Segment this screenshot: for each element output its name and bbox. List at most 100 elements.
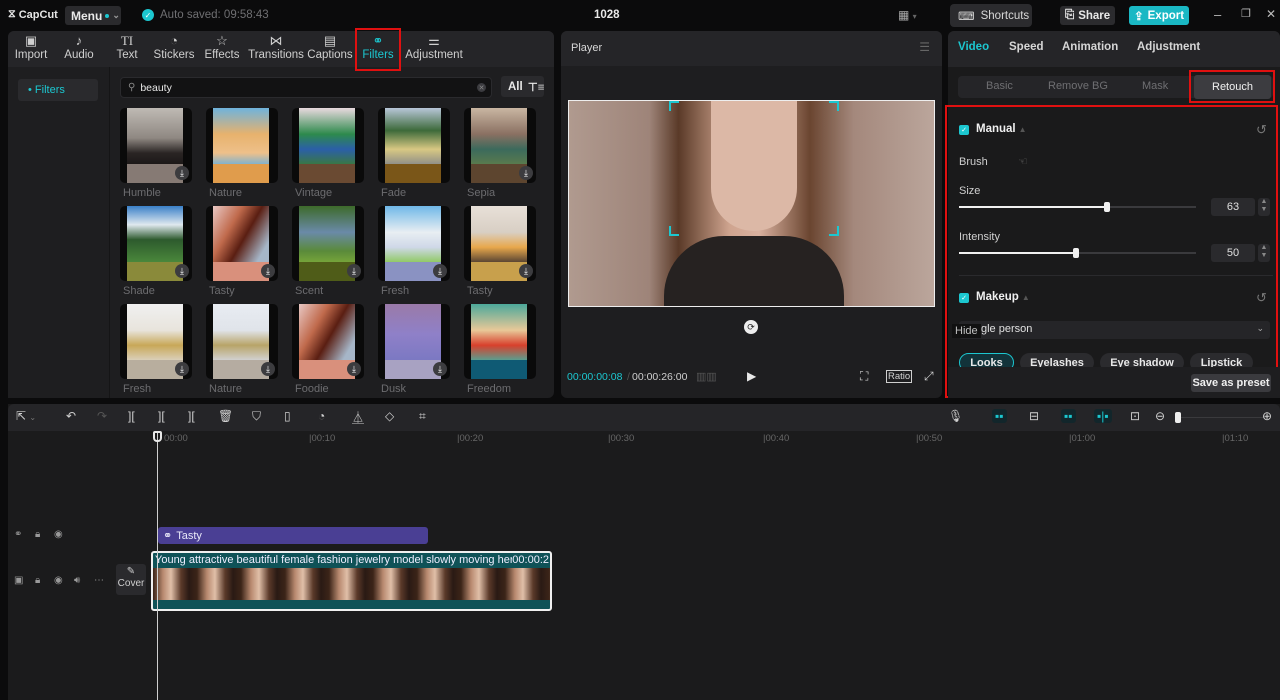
rotate-tool-icon[interactable]: ◇ <box>385 409 394 423</box>
download-icon[interactable]: ⤓ <box>347 362 361 376</box>
filter-tile[interactable]: ⤓ Shade <box>120 206 192 297</box>
size-slider[interactable] <box>959 202 1196 212</box>
manual-section-title[interactable]: Manual ▲ <box>976 123 1027 135</box>
size-stepper[interactable]: ▲ ▼ <box>1258 198 1270 216</box>
split-right-icon[interactable]: ][ <box>188 409 195 423</box>
project-title[interactable]: 1028 <box>594 9 620 21</box>
close-button[interactable]: ✕ <box>1266 7 1276 21</box>
shortcuts-button[interactable]: ⌨ Shortcuts <box>950 4 1032 27</box>
mirror-icon[interactable]: ⏅ <box>352 409 364 426</box>
download-icon[interactable]: ⤓ <box>347 264 361 278</box>
filter-tile[interactable]: Vintage <box>292 108 364 199</box>
filter-search-input[interactable]: ⚲ beauty ✕ <box>120 77 492 98</box>
ratio-button[interactable]: Ratio <box>886 370 913 383</box>
intensity-stepper[interactable]: ▲ ▼ <box>1258 244 1270 262</box>
clear-search-icon[interactable]: ✕ <box>477 83 486 92</box>
tab-captions[interactable]: ▤ Captions <box>306 33 354 67</box>
main-track-magnet-icon[interactable]: ▪▪ <box>992 409 1007 423</box>
filter-tile[interactable]: ⤓ Fresh <box>378 206 450 297</box>
playhead-handle[interactable] <box>153 431 162 442</box>
filter-tile[interactable]: ⤓ Nature <box>206 304 278 395</box>
filter-tile[interactable]: ⤓ Tasty <box>464 206 536 297</box>
reverse-icon[interactable]: ◔ <box>318 409 325 423</box>
makeup-section-title[interactable]: Makeup ▲ <box>976 291 1030 303</box>
select-tool-icon[interactable]: ⇱ ⌄ <box>16 409 36 423</box>
tab-effects[interactable]: ☆ Effects <box>203 33 241 67</box>
rotate-icon[interactable]: ⟳ <box>744 320 758 334</box>
zoom-fit-icon[interactable]: ⛶ <box>860 369 868 384</box>
microphone-icon[interactable]: 🎙 <box>948 409 963 423</box>
filter-category-dropdown[interactable]: All ⊤≡ <box>501 76 544 97</box>
filter-tile[interactable]: Nature <box>206 108 278 199</box>
speaker-icon[interactable]: 🔊︎ <box>74 575 80 586</box>
minimize-button[interactable]: – <box>1214 7 1221 22</box>
marker-icon[interactable]: ⛉ <box>252 409 261 424</box>
download-icon[interactable]: ⤓ <box>433 264 447 278</box>
download-icon[interactable]: ⤓ <box>433 362 447 376</box>
redo-icon[interactable]: ↷ <box>97 409 107 423</box>
tab-text[interactable]: TI Text <box>112 33 142 67</box>
reset-icon[interactable]: ↺ <box>1256 290 1267 306</box>
undo-icon[interactable]: ↶ <box>66 409 76 423</box>
filter-tile[interactable]: Fade <box>378 108 450 199</box>
fullscreen-icon[interactable]: ⤢ <box>924 369 934 384</box>
download-icon[interactable]: ⤓ <box>261 264 275 278</box>
filter-tile[interactable]: ⤓ Humble <box>120 108 192 199</box>
download-icon[interactable]: ⤓ <box>261 362 275 376</box>
tab-animation[interactable]: Animation <box>1062 41 1118 53</box>
manual-checkbox[interactable]: ✓ <box>959 125 969 135</box>
subtab-basic[interactable]: Basic <box>986 80 1013 92</box>
split-icon[interactable]: ][ <box>128 409 135 423</box>
auto-snap-icon[interactable]: ⊟ <box>1029 409 1039 423</box>
intensity-value-input[interactable]: 50 <box>1211 244 1255 262</box>
restore-button[interactable]: ❐ <box>1241 7 1251 20</box>
filter-tile[interactable]: ⤓ Tasty <box>206 206 278 297</box>
filter-tile[interactable]: ⤓ Sepia <box>464 108 536 199</box>
eye-icon[interactable]: ◉ <box>54 575 63 586</box>
brush-icon[interactable]: ☜ <box>1018 155 1028 168</box>
play-button[interactable]: ▶ <box>747 369 756 383</box>
export-button[interactable]: ⇪ Export <box>1129 6 1189 25</box>
download-icon[interactable]: ⤓ <box>519 264 533 278</box>
tab-audio[interactable]: ♪ Audio <box>62 33 96 67</box>
tab-adjustment[interactable]: ⚌ Adjustment <box>405 33 463 67</box>
filter-tile[interactable]: ⤓ Scent <box>292 206 364 297</box>
eye-icon[interactable]: ◉ <box>54 529 63 540</box>
download-icon[interactable]: ⤓ <box>519 166 533 180</box>
more-icon[interactable]: ⋯ <box>94 575 104 586</box>
video-clip[interactable]: Young attractive beautiful female fashio… <box>151 551 552 611</box>
timeline-ruler[interactable]: 00:00 |00:10 |00:20 |00:30 |00:40 |00:50… <box>8 431 1280 445</box>
crop-corner-handle[interactable] <box>829 226 839 236</box>
tab-video[interactable]: Video <box>958 41 989 53</box>
lock-icon[interactable]: 🔒︎ <box>35 529 40 540</box>
timeline-zoom-slider[interactable] <box>1178 417 1268 418</box>
lock-icon[interactable]: 🔒︎ <box>35 575 40 586</box>
download-icon[interactable]: ⤓ <box>175 362 189 376</box>
zoom-slider-knob[interactable] <box>1175 412 1181 423</box>
reset-icon[interactable]: ↺ <box>1256 122 1267 138</box>
slider-knob[interactable] <box>1073 248 1079 258</box>
tab-stickers[interactable]: ◔ Stickers <box>153 33 195 67</box>
filter-tile[interactable]: ⤓ Fresh <box>120 304 192 395</box>
side-nav-item-filters[interactable]: • Filters <box>18 79 98 101</box>
intensity-slider[interactable] <box>959 248 1196 258</box>
save-as-preset-button[interactable]: Save as preset <box>1191 374 1271 392</box>
hamburger-menu-icon[interactable]: ☰ <box>919 40 930 54</box>
filter-tile[interactable]: Freedom <box>464 304 536 395</box>
subtab-remove-bg[interactable]: Remove BG <box>1048 80 1108 92</box>
tab-transitions[interactable]: ⋈ Transitions <box>248 33 304 67</box>
cover-button[interactable]: ✎ Cover <box>116 564 146 595</box>
freeze-icon[interactable]: ▯ <box>284 409 291 423</box>
makeup-checkbox[interactable]: ✓ <box>959 293 969 303</box>
share-button[interactable]: ⎘ Share <box>1060 6 1115 25</box>
linkage-icon[interactable]: ▪▪ <box>1061 409 1076 423</box>
download-icon[interactable]: ⤓ <box>175 166 189 180</box>
size-value-input[interactable]: 63 <box>1211 198 1255 216</box>
crop-corner-handle[interactable] <box>669 226 679 236</box>
tab-adjustment-inspector[interactable]: Adjustment <box>1137 41 1200 53</box>
crop-icon[interactable]: ⌗ <box>419 409 426 424</box>
crop-corner-handle[interactable] <box>669 101 679 111</box>
video-preview[interactable] <box>568 100 935 307</box>
person-select-dropdown[interactable]: gle person ⌄ <box>959 321 1270 339</box>
filter-tile[interactable]: ⤓ Foodie <box>292 304 364 395</box>
